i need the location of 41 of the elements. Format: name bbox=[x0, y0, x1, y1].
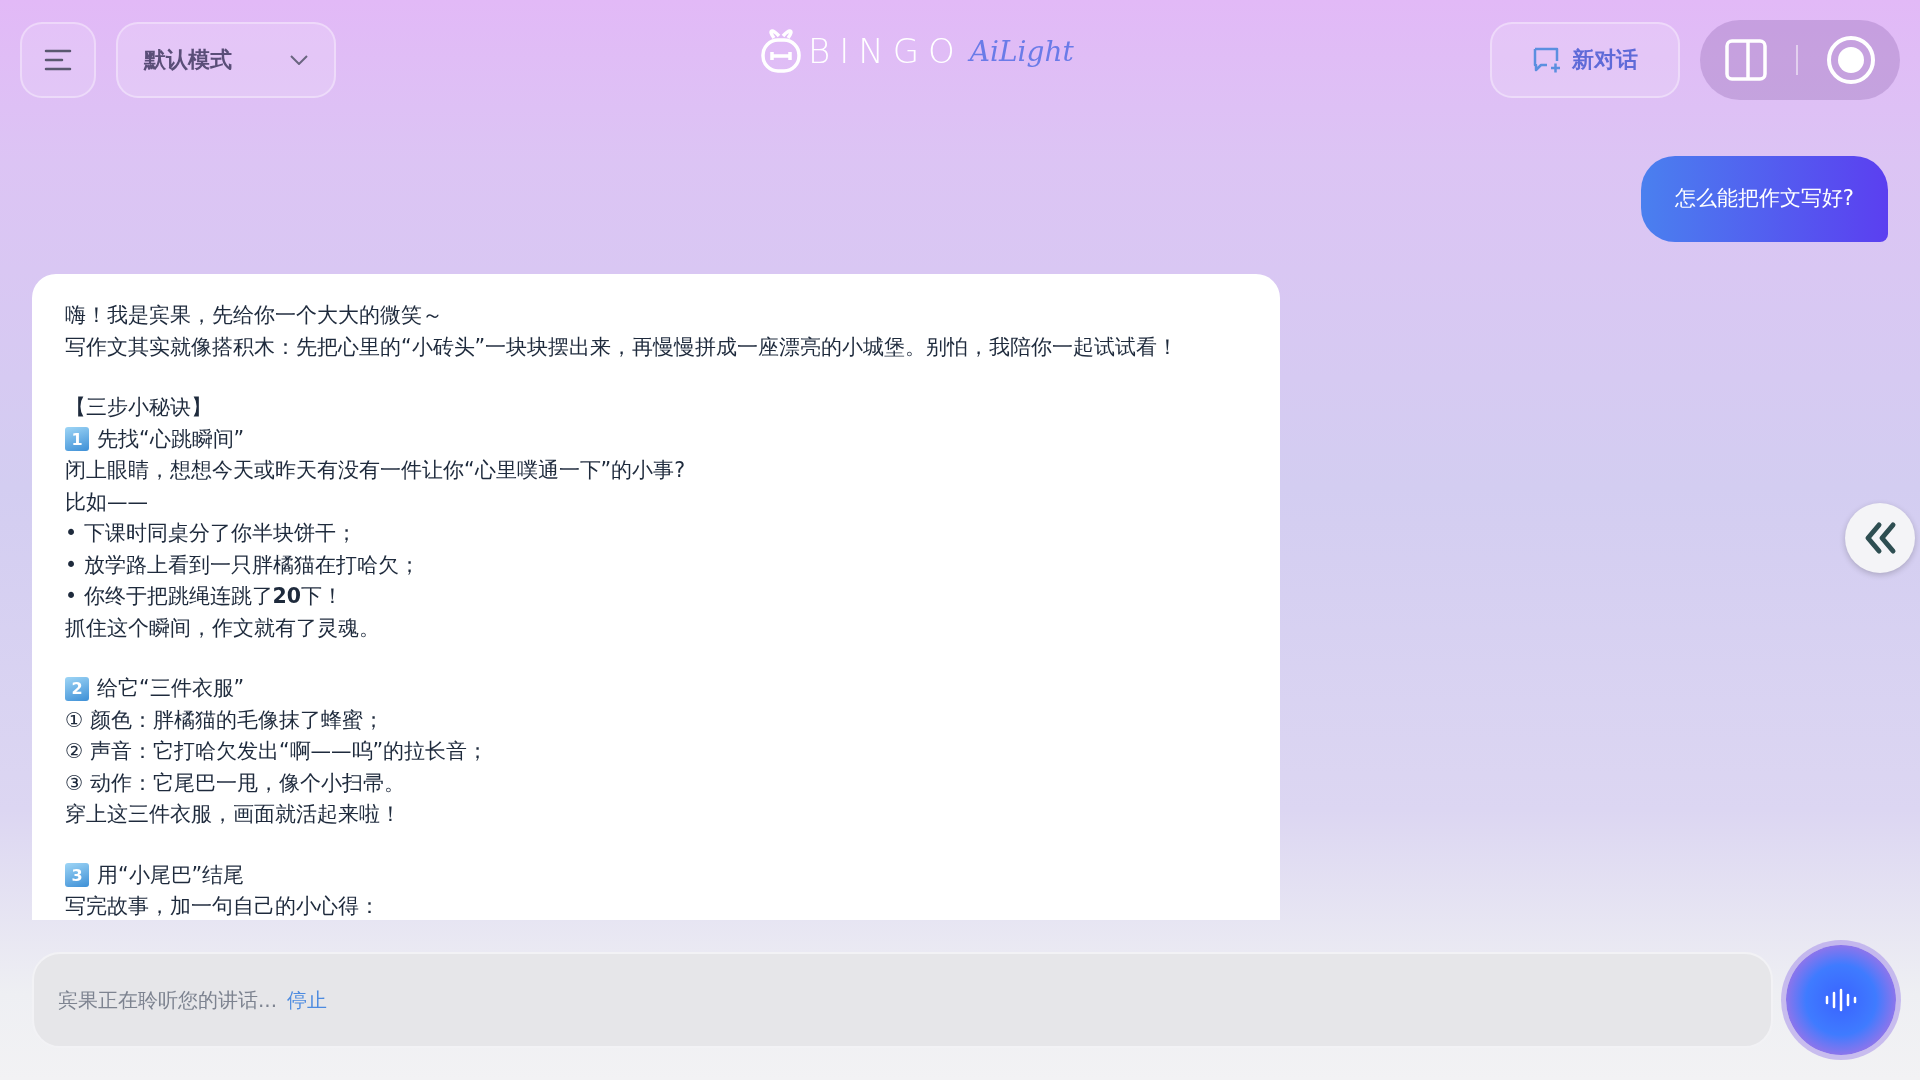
message-line: ③ 动作：它尾巴一甩，像个小扫帚。 bbox=[65, 769, 406, 797]
number-badge: 3 bbox=[65, 863, 89, 888]
menu-icon bbox=[44, 49, 72, 71]
stop-link[interactable]: 停止 bbox=[287, 986, 328, 1014]
split-view-icon bbox=[1724, 38, 1768, 82]
number-badge: 2 bbox=[65, 676, 89, 701]
voice-input-bar[interactable]: 宾果正在聆听您的讲话... 停止 bbox=[32, 952, 1773, 1048]
message-line: ② 声音：它打哈欠发出“啊——呜”的拉长音； bbox=[65, 738, 490, 765]
section-heading: 用“小尾巴”结尾 bbox=[97, 861, 245, 889]
chevron-down-icon bbox=[290, 55, 308, 65]
split-view-button[interactable] bbox=[1724, 38, 1768, 82]
record-icon bbox=[1826, 35, 1876, 85]
bunny-icon bbox=[760, 28, 802, 74]
record-button[interactable] bbox=[1826, 35, 1876, 85]
mode-dropdown[interactable]: 默认模式 bbox=[116, 22, 336, 98]
chat-plus-icon bbox=[1532, 46, 1562, 74]
message-line: 写完故事，加一句自己的小心得： bbox=[65, 893, 381, 920]
message-line: 【三步小秘诀】 bbox=[65, 394, 213, 421]
message-line: • 下课时同桌分了你半块饼干； bbox=[65, 520, 358, 547]
message-line: 穿上这三件衣服，画面就活起来啦！ bbox=[65, 801, 402, 828]
sound-wave-icon bbox=[1823, 988, 1859, 1012]
logo-text: BINGO bbox=[808, 31, 964, 71]
section-heading: 先找“心跳瞬间” bbox=[97, 425, 245, 453]
message-line: 比如—— bbox=[65, 488, 149, 516]
message-line: • 放学路上看到一只胖橘猫在打哈欠； bbox=[65, 551, 421, 579]
message-line: ① 颜色：胖橘猫的毛像抹了蜂蜜； bbox=[65, 706, 385, 734]
message-line: 嗨！我是宾果，先给你一个大大的微笑～ bbox=[65, 302, 444, 329]
number-badge: 1 bbox=[65, 427, 89, 452]
section-heading: 给它“三件衣服” bbox=[97, 675, 245, 702]
user-message: 怎么能把作文写好? bbox=[1640, 156, 1888, 242]
new-chat-button[interactable]: 新对话 bbox=[1490, 22, 1680, 98]
voice-button[interactable] bbox=[1786, 945, 1896, 1055]
logo-subtitle: AiLight bbox=[969, 34, 1074, 68]
menu-button[interactable] bbox=[20, 22, 96, 98]
collapse-button[interactable] bbox=[1845, 503, 1915, 573]
message-line: 闭上眼睛，想想今天或昨天有没有一件让你“心里噗通一下”的小事? bbox=[65, 457, 687, 484]
double-chevron-left-icon bbox=[1863, 521, 1897, 555]
message-line: 抓住这个瞬间，作文就有了灵魂。 bbox=[65, 614, 381, 642]
listening-status: 宾果正在聆听您的讲话... bbox=[58, 986, 278, 1014]
message-line: 写作文其实就像搭积木：先把心里的“小砖头”一块块摆出来，再慢慢拼成一座漂亮的小城堡。别怕，我陪你一起试试看！ bbox=[65, 333, 1180, 361]
message-line: • 你终于把跳绳连跳了20下！ bbox=[65, 583, 345, 610]
